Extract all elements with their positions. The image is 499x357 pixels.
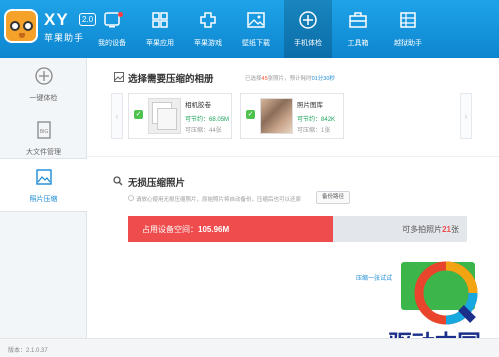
album-section-icon [114,72,124,82]
album-thumbnail [260,98,293,134]
album-thumbnail [148,98,181,134]
nav-apple-games[interactable]: 苹果游戏 [184,0,232,58]
sidebar-item-photo-compress[interactable]: 照片压缩 [0,158,87,212]
storage-used-text: 占用设备空间：105.96M [142,225,230,234]
album-savings: 可节约：842K [297,117,336,123]
album-scroll-right-button[interactable]: › [460,93,472,139]
album-count: 可压缩：44张 [185,128,222,134]
top-bar: XY 2.0 苹果助手 我的设备 苹果应用 苹果游戏 壁纸下载 手机体检 工具箱… [0,0,499,58]
app-logo-icon [4,9,38,43]
jailbreak-icon [400,12,416,28]
album-scroll-left-button[interactable]: ‹ [111,93,123,139]
search-icon [113,176,123,186]
compress-section-title: 无损压缩照片 [128,178,186,189]
info-icon [128,195,134,201]
sidebar-item-label: 一键体检 [29,95,58,102]
nav-label: 壁纸下载 [242,40,270,47]
toolbox-icon [349,12,367,28]
album-card-photo-library[interactable]: ✓ 照片图库 可节约：842K 可压缩：1张 [240,93,344,139]
nav-apple-apps[interactable]: 苹果应用 [136,0,184,58]
notification-dot [118,12,123,17]
nav-jailbreak[interactable]: 越狱助手 [384,0,432,58]
compress-notice: 请放心使用无损压缩照片，原始照片将自动备份，压缩后也可以还原 [136,197,302,203]
nav-phone-checkup[interactable]: 手机体检 [284,0,332,58]
album-section-title: 选择需要压缩的相册 [128,74,214,85]
nav-label: 工具箱 [347,40,369,47]
brand-subtitle: 苹果助手 [44,33,85,43]
plus-circle-icon [299,11,317,29]
album-savings: 可节约：68.05M [185,117,230,123]
extra-photos-text: 可多拍照片21张 [402,225,459,234]
plus-circle-icon [35,67,53,85]
storage-bar: 占用设备空间：105.96M 可多拍照片21张 [128,216,467,242]
brand: XY 2.0 苹果助手 [44,10,97,44]
status-bar: 版本：2.1.0.37 [0,338,499,357]
photo-icon [36,169,52,185]
sidebar-item-one-click-checkup[interactable]: 一键体检 [0,58,87,112]
bigfile-icon: BIG [37,121,51,139]
wallpaper-icon [247,12,265,28]
nav-my-device[interactable]: 我的设备 [88,0,136,58]
album-checkbox[interactable]: ✓ [246,110,255,119]
watermark-logo-icon [414,261,478,325]
version-label: 版本：2.1.0.37 [8,348,48,354]
album-count: 可压缩：1张 [297,128,331,134]
nav-label: 越狱助手 [394,40,422,47]
nav-wallpapers[interactable]: 壁纸下载 [232,0,280,58]
sidebar: 一键体检 BIG 大文件管理 照片压缩 [0,58,87,338]
nav-toolbox[interactable]: 工具箱 [334,0,382,58]
nav-label: 苹果应用 [146,40,174,47]
album-checkbox[interactable]: ✓ [134,110,143,119]
album-name: 照片图库 [297,102,323,109]
nav-label: 手机体检 [294,40,322,47]
album-name: 相机胶卷 [185,102,211,109]
nav-label: 苹果游戏 [194,40,222,47]
album-card-camera-roll[interactable]: ✓ 相机胶卷 可节约：68.05M 可压缩：44张 [128,93,232,139]
apps-icon [152,12,168,28]
section-divider [87,156,499,157]
sidebar-item-label: 照片压缩 [29,196,58,203]
album-selection-info: 已选择45张照片，预计耗时01分30秒 [245,76,335,82]
gamepad-icon [200,12,216,28]
svg-text:BIG: BIG [40,129,49,135]
try-compress-one-link[interactable]: 压缩一张试试 [356,273,392,282]
backup-path-button[interactable]: 备份路径 [316,191,350,204]
nav-label: 我的设备 [98,40,126,47]
sidebar-item-label: 大文件管理 [26,149,61,156]
brand-name: XY [44,10,69,29]
